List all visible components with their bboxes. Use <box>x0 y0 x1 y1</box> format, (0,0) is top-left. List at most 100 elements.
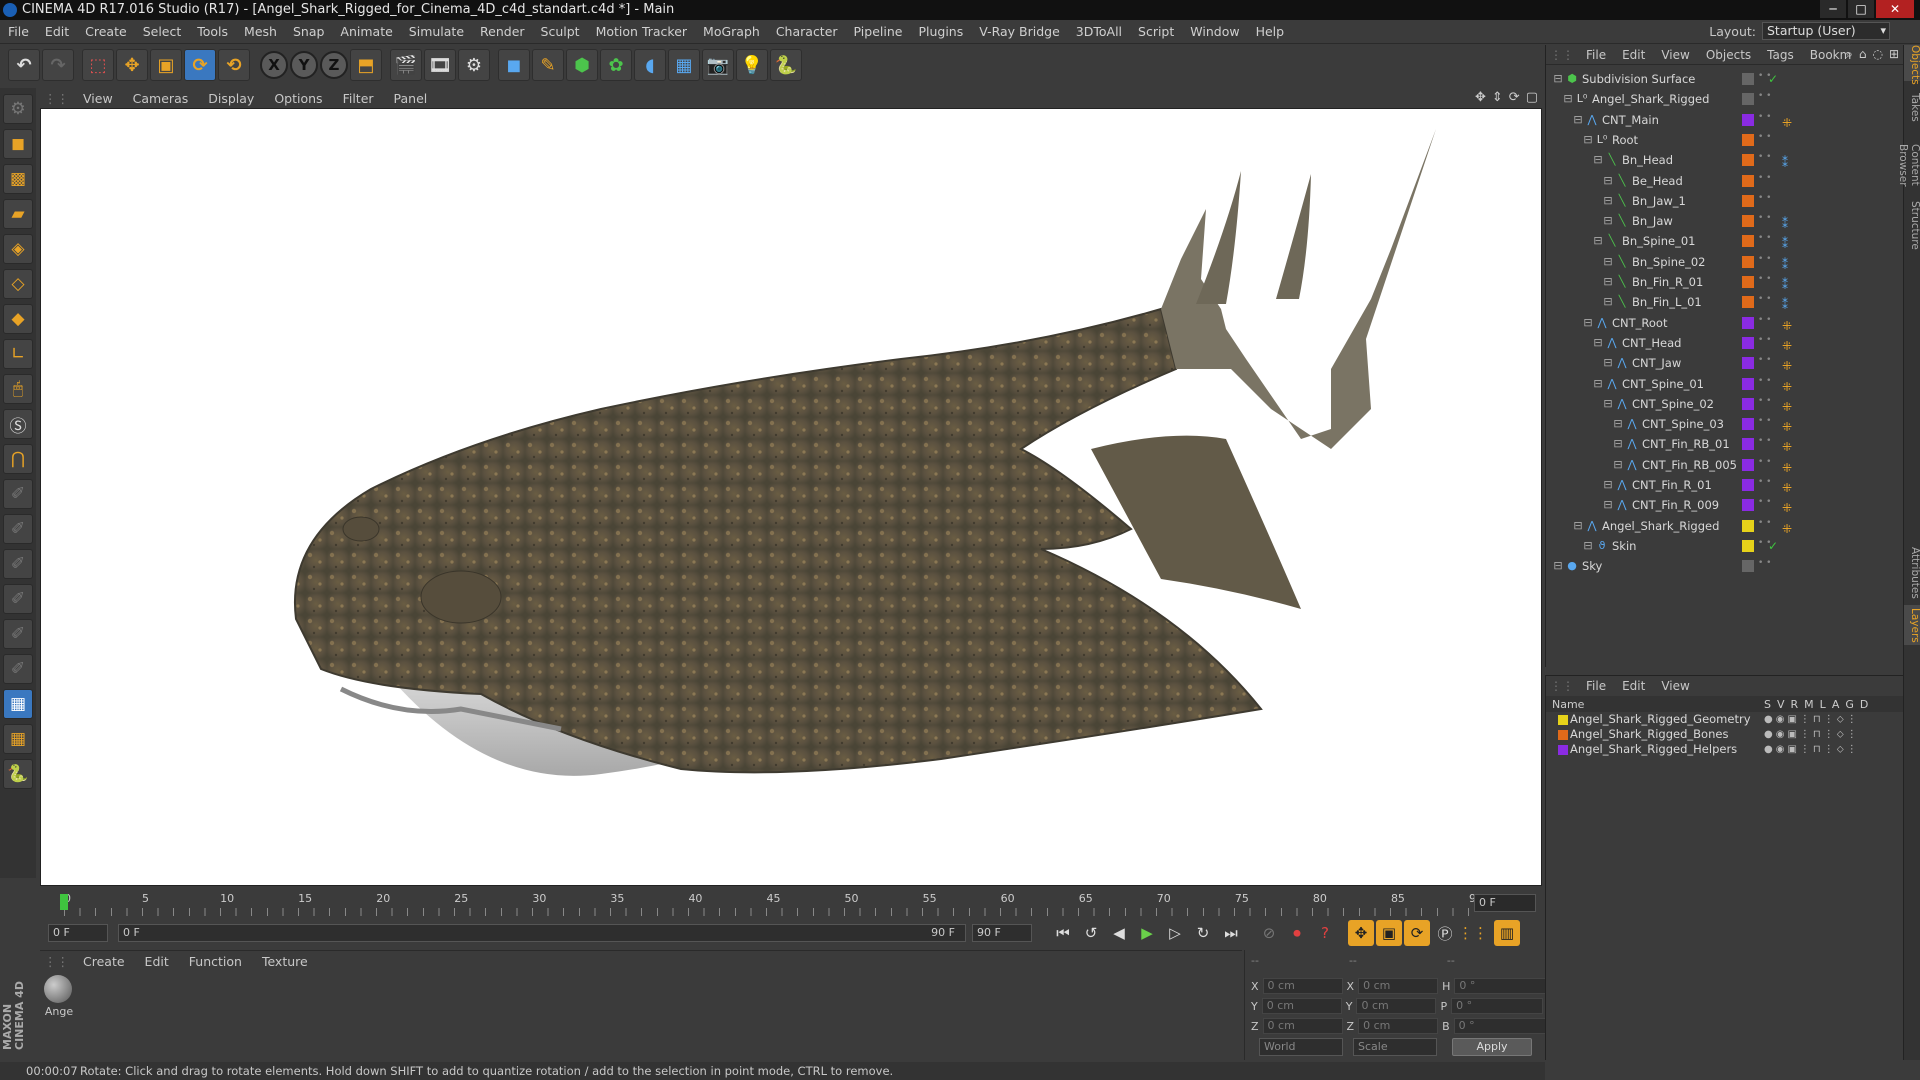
object-row-angel-shark-rigged[interactable]: ⊟ ⋀ Angel_Shark_Rigged • • ⁜ <box>1546 516 1904 536</box>
texture-mode-icon[interactable]: ▩ <box>3 164 33 194</box>
object-row-bn-head[interactable]: ⊟ ╲ Bn_Head • • ⁑ <box>1546 150 1904 171</box>
x-axis-lock-icon[interactable]: X <box>260 51 288 79</box>
side-tab-structure[interactable]: Structure <box>1904 200 1920 250</box>
workplane-icon[interactable]: ▰ <box>3 199 33 229</box>
viewport-menu-panel[interactable]: Panel <box>384 91 438 106</box>
rot-h-field[interactable]: 0 ° <box>1454 978 1547 994</box>
layer-color-swatch[interactable] <box>1742 296 1754 309</box>
expand-toggle-icon[interactable]: ⊟ <box>1612 438 1624 450</box>
object-row-bn-fin-r-01[interactable]: ⊟ ╲ Bn_Fin_R_01 • • ⁑ <box>1546 272 1904 293</box>
play-icon[interactable]: ▶ <box>1134 920 1160 946</box>
layer-color-swatch[interactable] <box>1742 499 1754 512</box>
spline-pen-icon[interactable]: ✎ <box>532 49 564 81</box>
sculpt-mask-icon[interactable]: ✐ <box>3 619 33 649</box>
cube-primitive-icon[interactable]: ◼ <box>498 49 530 81</box>
keyframe-selection-icon[interactable]: ? <box>1312 920 1338 946</box>
object-row-cnt-fin-rb-005[interactable]: ⊟ ⋀ CNT_Fin_RB_005 • • ⁜ <box>1546 455 1904 475</box>
layer-color-swatch[interactable] <box>1742 276 1754 288</box>
z-axis-lock-icon[interactable]: Z <box>320 51 348 79</box>
expand-toggle-icon[interactable]: ⊟ <box>1612 418 1624 430</box>
object-row-cnt-head[interactable]: ⊟ ⋀ CNT_Head • • ⁜ <box>1546 333 1904 353</box>
material-menu-edit[interactable]: Edit <box>135 954 179 969</box>
coord-space-dropdown[interactable]: World <box>1259 1038 1343 1056</box>
start-frame-field[interactable]: 0 F <box>48 924 108 942</box>
menu-sculpt[interactable]: Sculpt <box>533 24 588 39</box>
pos-y-field[interactable]: 0 cm <box>1261 998 1342 1014</box>
object-row-cnt-jaw[interactable]: ⊟ ⋀ CNT_Jaw • • ⁜ <box>1546 353 1904 374</box>
pan-view-icon[interactable]: ✥ <box>1475 90 1486 105</box>
expand-toggle-icon[interactable]: ⊟ <box>1592 377 1604 390</box>
expand-toggle-icon[interactable]: ⊟ <box>1602 479 1614 491</box>
y-axis-lock-icon[interactable]: Y <box>290 51 318 79</box>
eye-filter-icon[interactable]: ◌ <box>1872 47 1882 62</box>
expand-toggle-icon[interactable]: ⊟ <box>1602 215 1614 227</box>
visibility-dots-icon[interactable]: • • <box>1758 275 1771 284</box>
home-icon[interactable]: ⌂ <box>1859 47 1867 62</box>
redo-button[interactable]: ↷ <box>42 49 74 81</box>
layer-color-swatch[interactable] <box>1558 715 1568 725</box>
layer-color-swatch[interactable] <box>1742 93 1754 106</box>
menu-snap[interactable]: Snap <box>285 24 332 39</box>
visibility-dots-icon[interactable]: • • <box>1758 234 1771 243</box>
render-settings-icon[interactable]: ⚙ <box>458 49 490 81</box>
viewport-menu-cameras[interactable]: Cameras <box>123 91 199 106</box>
visibility-dots-icon[interactable]: • • <box>1758 356 1771 365</box>
search-icon[interactable]: ⌕ <box>1846 47 1853 62</box>
perspective-canvas[interactable] <box>40 108 1542 886</box>
floor-scene-icon[interactable]: ▦ <box>668 49 700 81</box>
object-row-bn-spine-02[interactable]: ⊟ ╲ Bn_Spine_02 • • ⁑ <box>1546 252 1904 272</box>
material-swatch[interactable]: Ange <box>44 975 74 1018</box>
menu-motion-tracker[interactable]: Motion Tracker <box>588 24 695 39</box>
menu-plugins[interactable]: Plugins <box>910 24 971 39</box>
visibility-dots-icon[interactable]: • • <box>1758 457 1771 466</box>
expand-toggle-icon[interactable]: ⊟ <box>1602 357 1614 369</box>
object-row-cnt-fin-r-009[interactable]: ⊟ ⋀ CNT_Fin_R_009 • • ⁜ <box>1546 495 1904 516</box>
layer-color-swatch[interactable] <box>1742 336 1754 349</box>
expand-toggle-icon[interactable]: ⊟ <box>1592 336 1604 349</box>
key-scale-icon[interactable]: ▣ <box>1376 920 1402 946</box>
visibility-dots-icon[interactable]: • • <box>1758 193 1771 202</box>
visibility-dots-icon[interactable]: • • <box>1758 112 1771 121</box>
new-window-icon[interactable]: ⊞ <box>1889 47 1899 62</box>
undo-button[interactable]: ↶ <box>8 49 40 81</box>
layer-color-swatch[interactable] <box>1742 519 1754 532</box>
menu-select[interactable]: Select <box>135 24 190 39</box>
move-tool-icon[interactable]: ✥ <box>116 49 148 81</box>
viewport-menu-display[interactable]: Display <box>198 91 264 106</box>
key-pla-icon[interactable]: ⋮⋮ <box>1458 920 1488 946</box>
live-selection-icon[interactable]: ⬚ <box>82 49 114 81</box>
expand-toggle-icon[interactable]: ⊟ <box>1582 133 1594 146</box>
coord-mode-dropdown[interactable]: Scale <box>1353 1038 1437 1056</box>
object-row-sky[interactable]: ⊟ ● Sky • • <box>1546 556 1904 576</box>
mograph-cloner-icon[interactable]: ✿ <box>600 49 632 81</box>
goto-start-icon[interactable]: ⏮ <box>1050 920 1076 946</box>
key-parameter-icon[interactable]: Ⓟ <box>1432 920 1458 946</box>
layers-menu-file[interactable]: File <box>1578 679 1614 693</box>
scale-tool-icon[interactable]: ▣ <box>150 49 182 81</box>
render-view-icon[interactable]: 🎬 <box>390 49 422 81</box>
expand-toggle-icon[interactable]: ⊟ <box>1592 235 1604 247</box>
layer-color-swatch[interactable] <box>1742 397 1754 410</box>
expand-toggle-icon[interactable]: ⊟ <box>1602 276 1614 288</box>
layers-menu-edit[interactable]: Edit <box>1614 679 1653 693</box>
minimize-button[interactable]: ─ <box>1820 0 1846 18</box>
menu-character[interactable]: Character <box>768 24 846 39</box>
make-editable-icon[interactable]: ⚙ <box>3 94 33 124</box>
render-picture-viewer-icon[interactable]: 🎞 <box>424 49 456 81</box>
object-row-cnt-spine-02[interactable]: ⊟ ⋀ CNT_Spine_02 • • ⁜ <box>1546 394 1904 414</box>
menu-window[interactable]: Window <box>1182 24 1247 39</box>
visibility-dots-icon[interactable]: • • <box>1758 518 1771 527</box>
menu-mograph[interactable]: MoGraph <box>695 24 768 39</box>
side-tab-objects[interactable]: Objects <box>1904 45 1920 85</box>
material-menu-create[interactable]: Create <box>73 954 135 969</box>
object-row-cnt-spine-03[interactable]: ⊟ ⋀ CNT_Spine_03 • • ⁜ <box>1546 414 1904 435</box>
layer-color-swatch[interactable] <box>1742 357 1754 370</box>
object-row-root[interactable]: ⊟ L⁰ Root • • <box>1546 130 1904 150</box>
viewport-menu-filter[interactable]: Filter <box>333 91 384 106</box>
current-frame-field[interactable]: 0 F <box>1474 894 1536 912</box>
layer-color-swatch[interactable] <box>1742 377 1754 390</box>
edges-mode-icon[interactable]: ◇ <box>3 269 33 299</box>
layer-color-swatch[interactable] <box>1742 174 1754 187</box>
snap-icon[interactable]: Ⓢ <box>3 409 33 439</box>
playhead-marker[interactable] <box>60 894 68 910</box>
